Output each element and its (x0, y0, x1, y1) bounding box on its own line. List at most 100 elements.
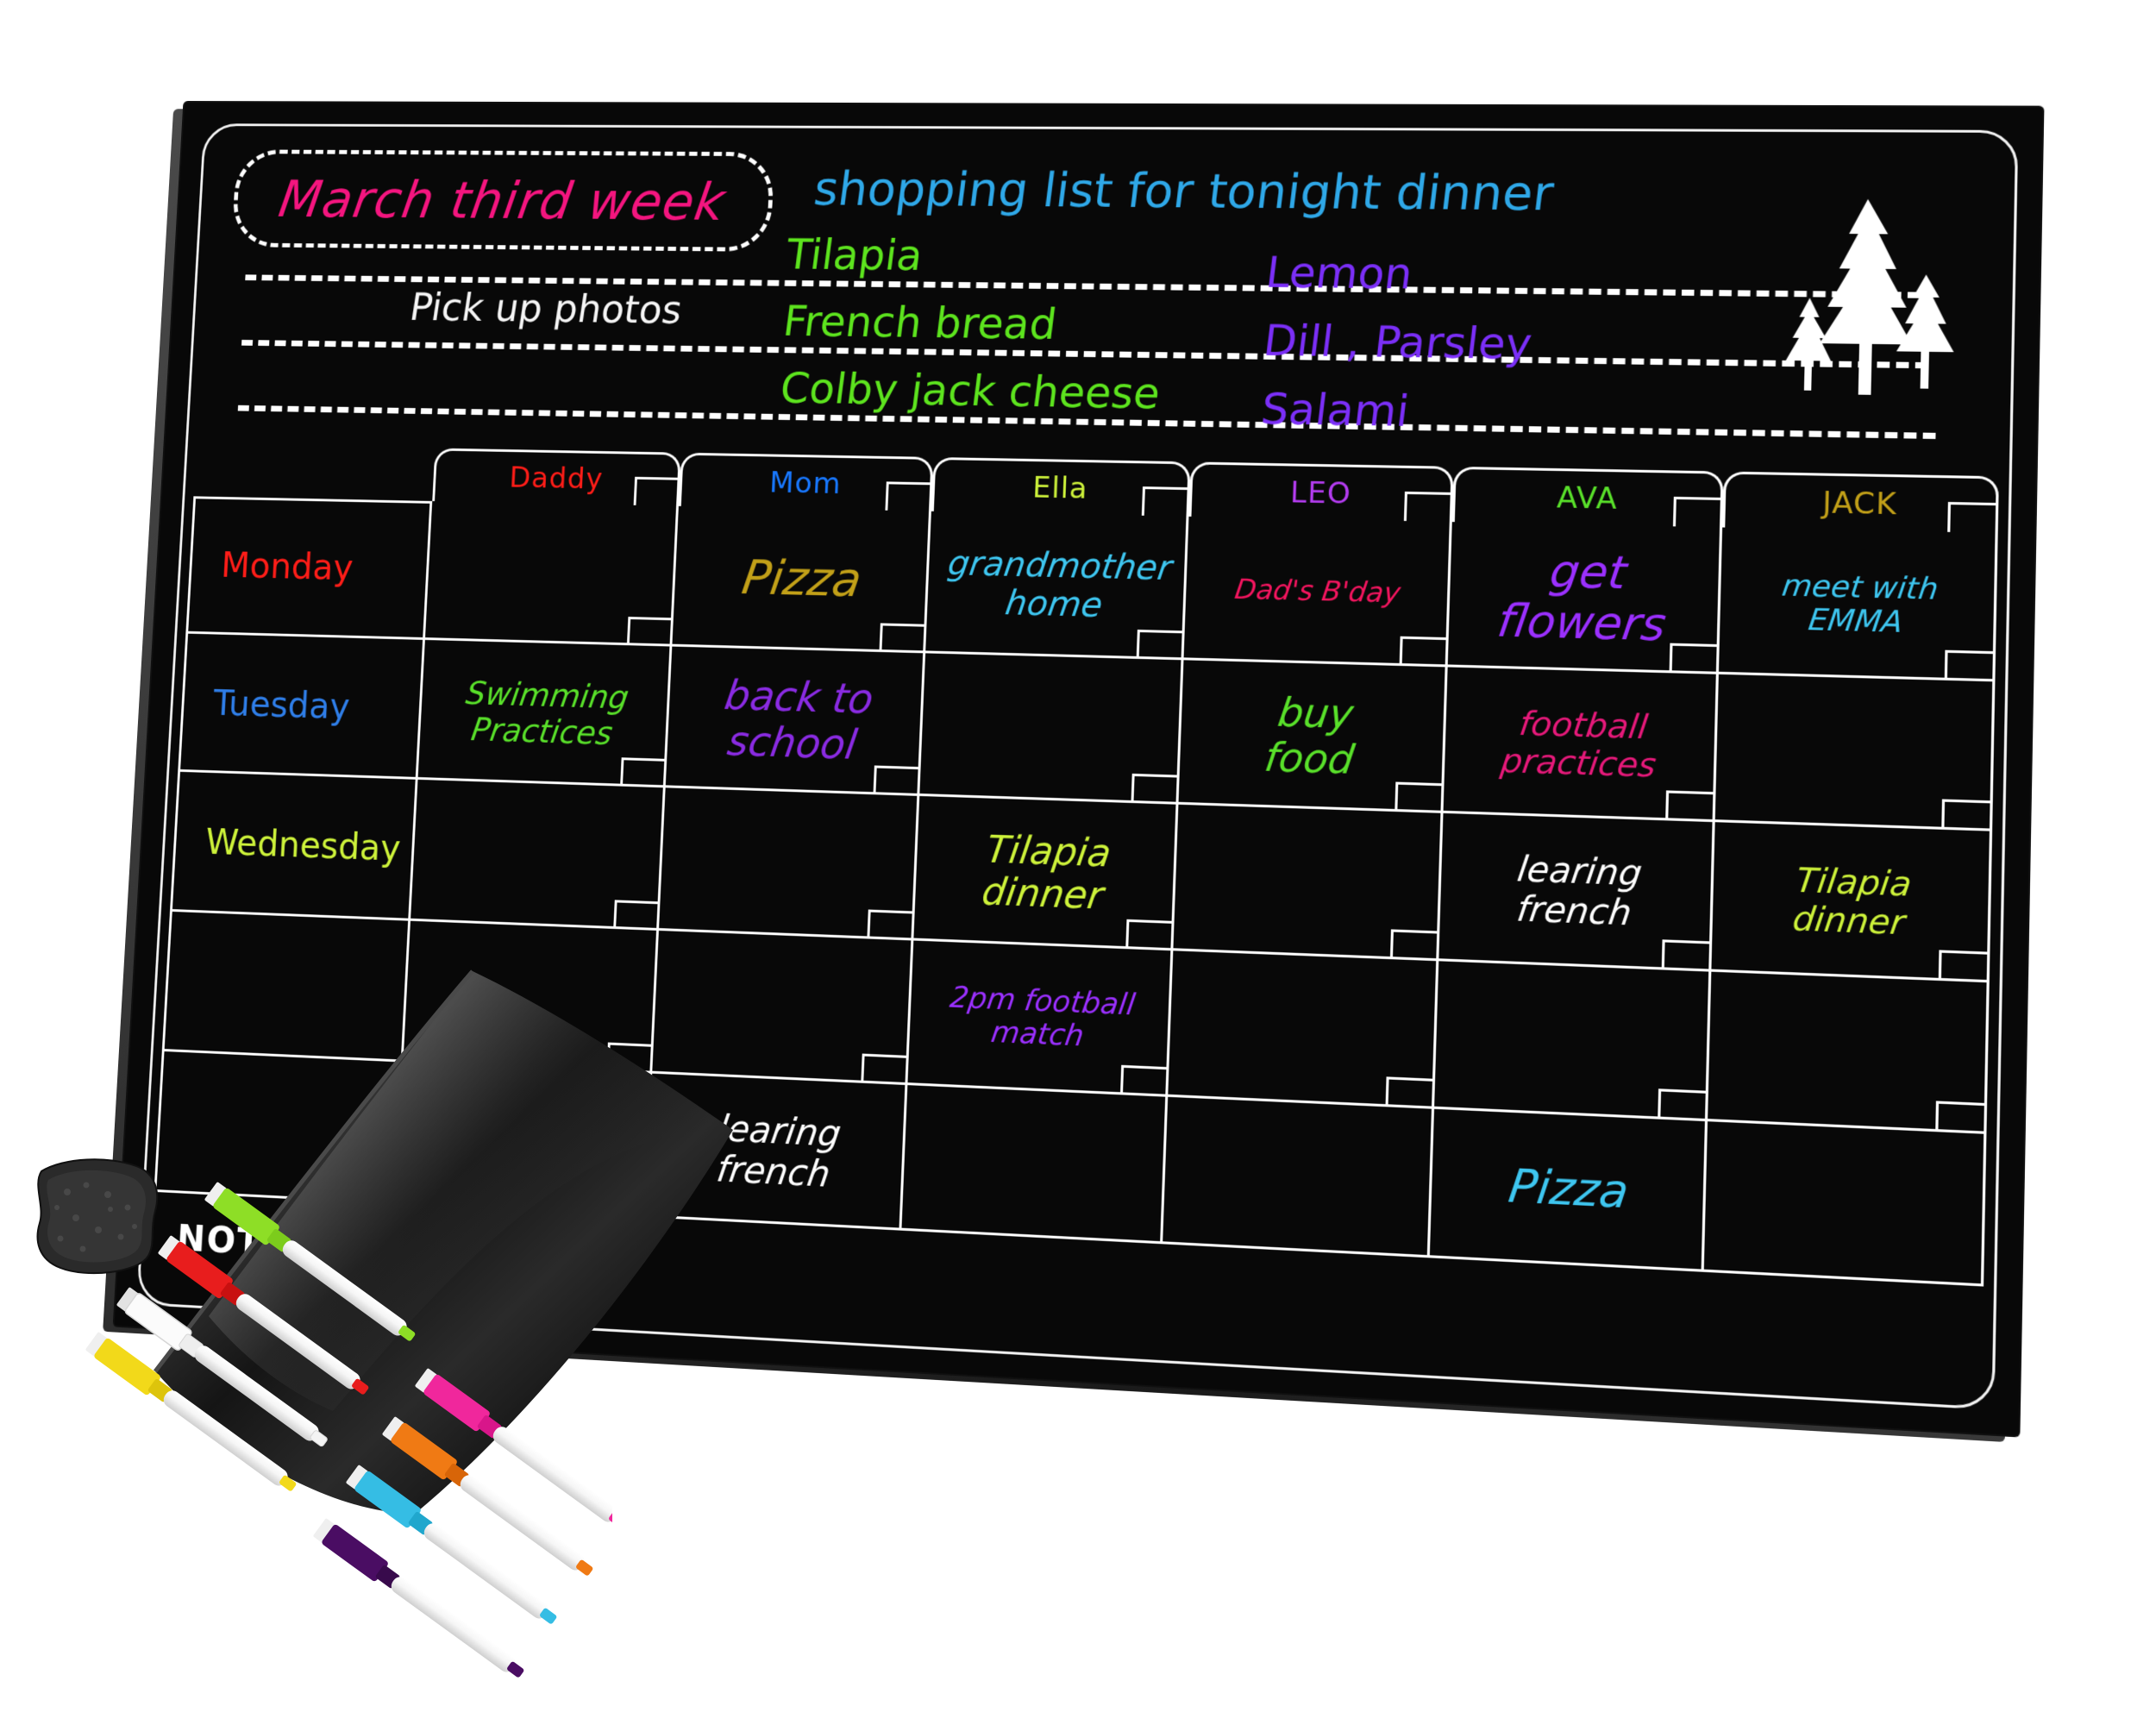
shopping-item-left-3: Colby jack cheese (777, 363, 1163, 419)
cell-notch (1125, 919, 1172, 950)
dotted-writing-line (241, 339, 1928, 369)
calendar-entry: buy food (1188, 688, 1438, 785)
calendar-cell[interactable] (1438, 790, 1715, 972)
calendar-cell[interactable] (1168, 929, 1439, 1109)
red-marker-icon (158, 1235, 369, 1395)
calendar-entry-line: football (1516, 704, 1650, 747)
calendar-entry-line: Dad's B'day (1232, 572, 1403, 610)
cell-notch (620, 757, 665, 788)
day-label-row-2: Wednesday (170, 772, 418, 921)
column-header-label: Mom (768, 465, 843, 501)
week-title-box: March third week (231, 149, 775, 252)
cell-notch (1385, 1076, 1433, 1109)
cell-notch (885, 481, 931, 511)
calendar-cell[interactable] (1711, 799, 1993, 982)
calendar-cell[interactable] (1707, 950, 1990, 1134)
shopping-item-right-3: Salami (1258, 384, 1412, 436)
calendar-cell[interactable] (1183, 491, 1453, 668)
calendar-entry: meet with EMMA (1729, 568, 1987, 641)
reminder-note: Pick up photos (406, 284, 686, 333)
calendar-entry: get flowers (1457, 544, 1714, 651)
calendar-entry: 2pm football match (918, 980, 1163, 1056)
cell-notch (1404, 491, 1451, 523)
calendar-entry-line: get (1546, 545, 1630, 599)
calendar-entry-line: Pizza (1505, 1160, 1632, 1220)
calendar-entry: football practices (1454, 704, 1708, 786)
calendar-cell[interactable] (1714, 649, 1996, 832)
green-marker-icon (204, 1182, 416, 1341)
calendar-entry-line: food (1262, 733, 1357, 783)
calendar-entry-line: learing (1514, 849, 1645, 894)
cell-notch (613, 899, 658, 931)
cell-notch (1661, 938, 1709, 972)
cell-notch (879, 623, 924, 654)
cell-notch (627, 617, 672, 647)
screenshot-root: March third week shopping list for tonig… (0, 0, 2156, 1725)
cell-notch (1935, 1101, 1984, 1134)
column-header-label: AVA (1556, 480, 1619, 517)
calendar-cell[interactable] (1443, 643, 1719, 823)
day-label-row-3 (161, 911, 411, 1063)
cell-notch (1941, 799, 1990, 832)
cell-notch (1119, 1064, 1167, 1097)
cell-notch (1944, 649, 1993, 682)
cyan-marker-icon (346, 1465, 557, 1624)
cell-notch (1672, 496, 1720, 528)
calendar-entry-line: flowers (1494, 594, 1669, 652)
day-label-row-0: Monday (185, 496, 433, 641)
shopping-item-left-1: Tilapia (783, 229, 926, 280)
calendar-cell[interactable] (924, 486, 1189, 661)
calendar-cell[interactable] (1703, 1101, 1987, 1287)
calendar-entry-line: meet with (1779, 568, 1940, 607)
cell-notch (1136, 630, 1182, 661)
orange-marker-icon (382, 1416, 593, 1576)
calendar-entry: Pizza (1442, 1158, 1695, 1222)
calendar-cell[interactable] (1447, 496, 1722, 675)
cell-notch (860, 1053, 906, 1085)
cell-notch (867, 909, 912, 940)
calendar-cell[interactable] (1163, 1076, 1435, 1258)
cell-notch (1395, 781, 1442, 814)
cell-notch (1390, 929, 1438, 961)
cell-notch (1938, 950, 1988, 982)
calendar-entry: Dad's B'day (1197, 572, 1438, 610)
cell-notch (606, 1042, 652, 1074)
pine-tree-icon (1784, 198, 1956, 396)
calendar-cell[interactable] (912, 774, 1179, 950)
calendar-cell[interactable] (1434, 938, 1712, 1121)
calendar-cell[interactable] (1173, 781, 1444, 961)
cell-notch (1131, 774, 1177, 806)
calendar-entry-line: match (988, 1014, 1087, 1054)
cell-notch (1947, 501, 1996, 533)
shopping-item-right-2: Dill , Parsley (1260, 316, 1535, 369)
marker-set (36, 1158, 612, 1678)
cell-notch (1669, 643, 1717, 674)
cell-notch (1141, 486, 1188, 517)
calendar-cell[interactable] (1178, 636, 1448, 814)
cell-notch (1399, 636, 1446, 668)
calendar-entry-line: french (1514, 888, 1634, 934)
column-header-label: Daddy (508, 461, 605, 496)
calendar-cell[interactable] (1718, 501, 1998, 682)
shopping-item-left-2: French bread (780, 297, 1060, 349)
day-label-text: Monday (220, 543, 354, 588)
cell-notch (1657, 1088, 1706, 1121)
calendar-entry: learing french (1450, 848, 1705, 936)
column-header-ava[interactable]: AVA (1452, 466, 1724, 528)
calendar-cell[interactable] (1430, 1088, 1708, 1272)
day-label-text: Wednesday (204, 820, 402, 869)
cell-notch (633, 476, 678, 506)
calendar-cell[interactable] (645, 1053, 908, 1231)
calendar-entry-line: dinner (1789, 899, 1908, 943)
calendar-entry-line: 2pm football (947, 980, 1138, 1023)
calendar-cell[interactable] (907, 919, 1174, 1097)
shopping-list-title: shopping list for tonight dinner (811, 162, 1557, 223)
calendar-cell[interactable] (901, 1064, 1169, 1245)
cell-notch (873, 765, 918, 797)
column-header-label: Ella (1031, 470, 1089, 506)
column-header-jack[interactable]: JACK (1721, 471, 1999, 534)
cell-notch (1664, 790, 1714, 823)
calendar-cell[interactable] (918, 630, 1184, 806)
shopping-item-right-1: Lemon (1263, 248, 1416, 299)
column-header-leo[interactable]: LEO (1188, 461, 1455, 523)
